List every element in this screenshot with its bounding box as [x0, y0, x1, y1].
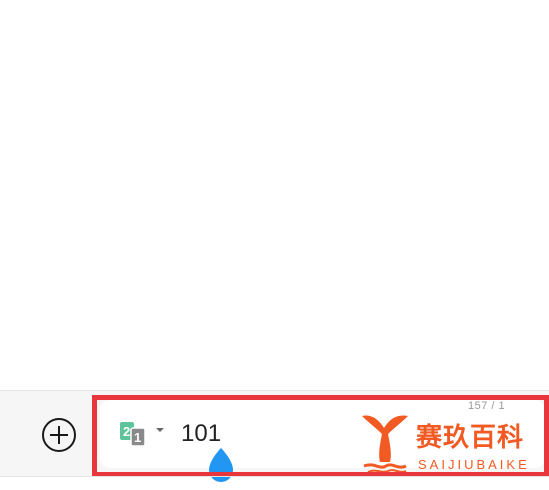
sim-card-icon[interactable]: 2 1 — [120, 421, 154, 447]
text-cursor-handle-icon[interactable] — [206, 446, 236, 484]
message-input-text: 101 — [181, 420, 222, 447]
watermark-title: 赛玖百科 — [416, 422, 525, 452]
chevron-down-icon[interactable] — [156, 428, 164, 432]
watermark-subtitle: SAIJIUBAIKE — [418, 457, 530, 472]
whale-tail-logo-icon — [362, 415, 408, 473]
watermark: 赛玖百科 SAIJIUBAIKE — [360, 410, 549, 480]
sim-front-label: 1 — [134, 430, 141, 445]
sim-back-label: 2 — [123, 424, 130, 439]
add-attachment-button[interactable] — [42, 418, 76, 452]
divider — [0, 476, 549, 477]
message-thread-area — [0, 0, 549, 390]
